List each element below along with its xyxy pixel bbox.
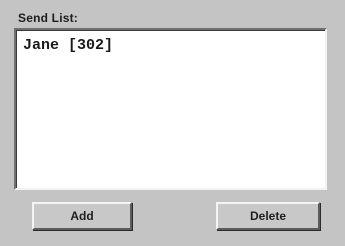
send-list-box[interactable]: Jane [302]: [14, 28, 327, 190]
delete-button[interactable]: Delete: [216, 202, 320, 230]
add-button[interactable]: Add: [32, 202, 132, 230]
send-list-title: Send List:: [18, 11, 79, 25]
send-list-panel: Send List: Jane [302] Add Delete: [0, 0, 345, 246]
list-item[interactable]: Jane [302]: [23, 37, 113, 54]
send-list-box-inner: Jane [302]: [16, 30, 325, 188]
